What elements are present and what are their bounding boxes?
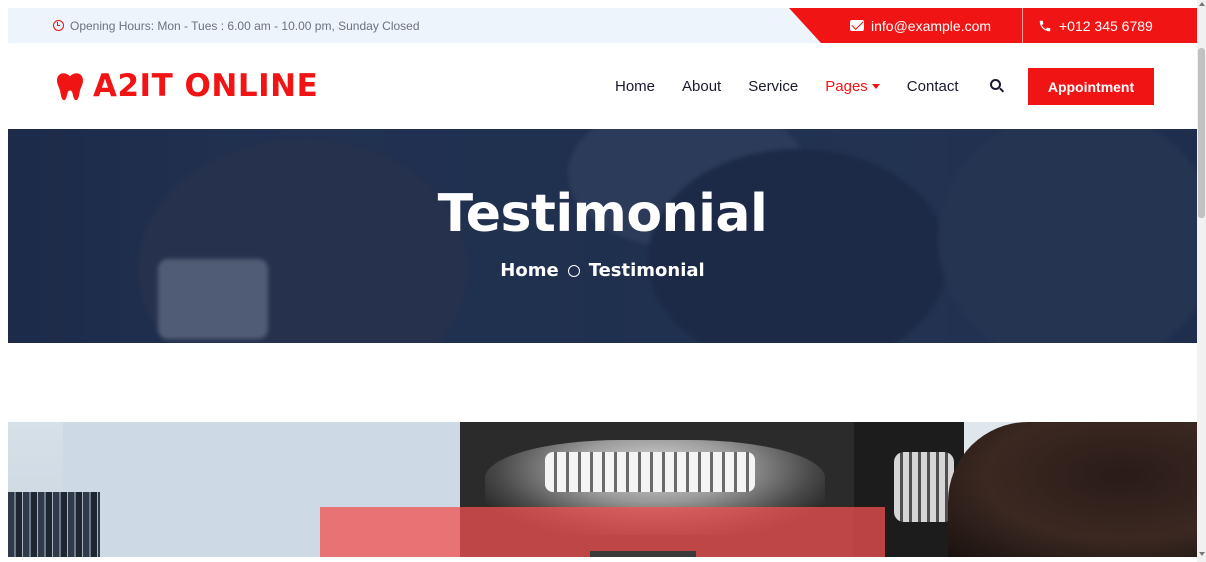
top-info-bar: Opening Hours: Mon - Tues : 6.00 am - 10… — [8, 8, 1197, 43]
testimonial-section-image — [8, 422, 1197, 557]
phone-link[interactable]: +012 345 6789 — [1038, 8, 1153, 43]
nav-pages-label: Pages — [825, 77, 868, 95]
contact-divider — [1022, 8, 1023, 43]
brand-name: A2IT ONLINE — [93, 68, 319, 104]
xray-teeth-side — [894, 452, 954, 522]
primary-nav: Home About Service Pages Contact — [615, 43, 986, 129]
page-scrollbar[interactable] — [1197, 0, 1206, 562]
page-header-banner: Testimonial Home Testimonial — [8, 129, 1197, 343]
scroll-down-icon[interactable] — [1199, 552, 1205, 556]
email-link[interactable]: info@example.com — [850, 8, 991, 43]
nav-pages-dropdown[interactable]: Pages — [825, 78, 880, 95]
phone-text: +012 345 6789 — [1059, 17, 1153, 34]
scroll-thumb[interactable] — [1198, 48, 1205, 218]
nav-contact-label: Contact — [906, 77, 959, 95]
nav-about[interactable]: About — [682, 78, 721, 95]
breadcrumb-home[interactable]: Home — [500, 260, 558, 281]
email-text: info@example.com — [871, 17, 992, 34]
person-hair-photo — [948, 422, 1197, 557]
nav-service-label: Service — [748, 77, 799, 95]
page-title: Testimonial — [437, 184, 768, 244]
breadcrumb: Home Testimonial — [8, 260, 1197, 281]
nav-home-label: Home — [615, 77, 656, 95]
folders-shelf — [8, 492, 100, 557]
nav-about-label: About — [682, 77, 722, 95]
circle-icon — [567, 264, 580, 277]
testimonial-image-placeholder — [590, 551, 696, 557]
nav-service[interactable]: Service — [748, 78, 798, 95]
breadcrumb-current: Testimonial — [588, 260, 705, 281]
search-icon[interactable] — [990, 79, 1001, 90]
nav-contact[interactable]: Contact — [907, 78, 959, 95]
main-navbar: A2IT ONLINE Home About Service Pages Con… — [8, 43, 1197, 129]
testimonial-overlay-box — [320, 507, 885, 557]
envelope-icon — [850, 20, 864, 31]
phone-icon — [1039, 20, 1051, 31]
caret-down-icon — [871, 83, 880, 89]
tooth-icon — [56, 73, 84, 101]
opening-hours: Opening Hours: Mon - Tues : 6.00 am - 10… — [53, 8, 420, 43]
opening-hours-text: Opening Hours: Mon - Tues : 6.00 am - 10… — [70, 18, 420, 33]
nav-home[interactable]: Home — [615, 78, 655, 95]
scroll-up-icon[interactable] — [1199, 2, 1205, 6]
clock-icon — [53, 20, 64, 31]
appointment-button[interactable]: Appointment — [1028, 68, 1154, 105]
site-logo[interactable]: A2IT ONLINE — [53, 68, 318, 104]
xray-teeth — [545, 452, 755, 492]
